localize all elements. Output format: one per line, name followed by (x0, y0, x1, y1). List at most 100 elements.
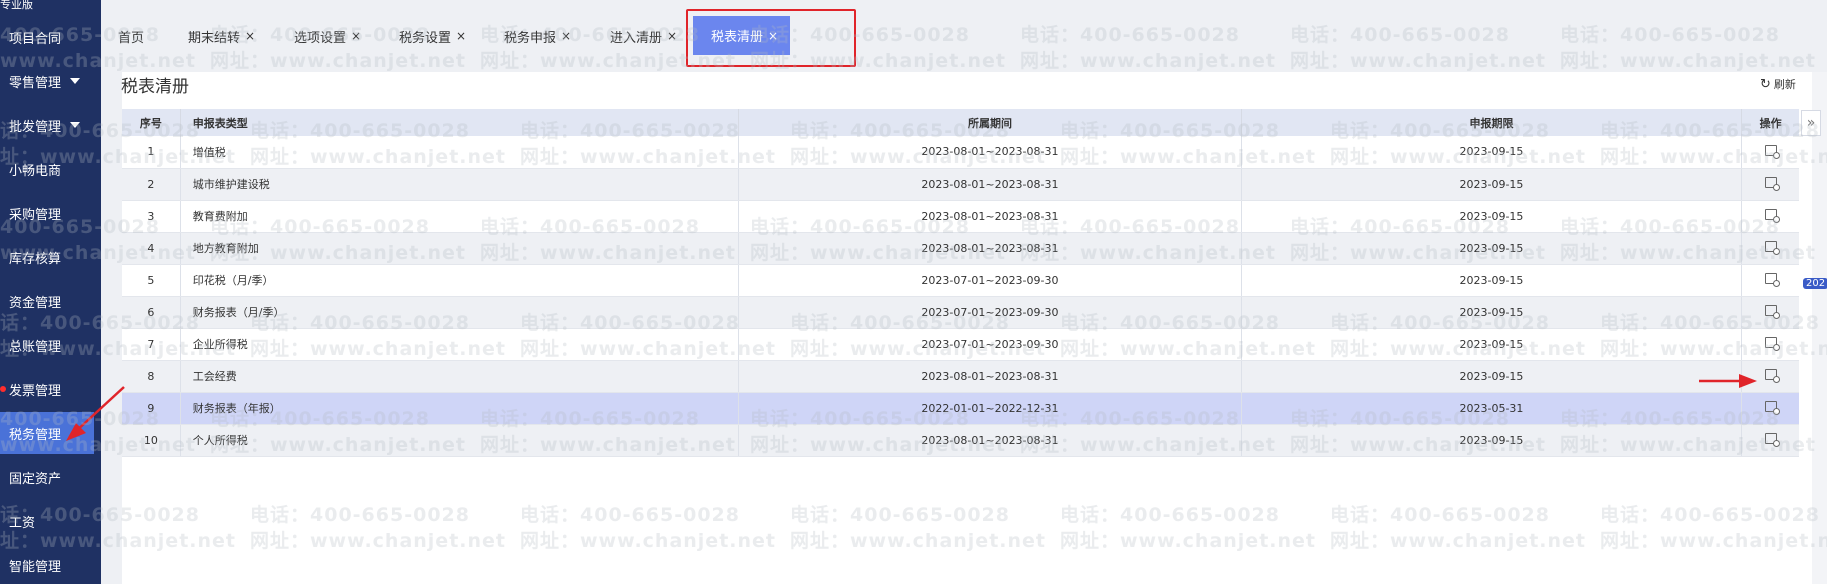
cell-no: 1 (122, 136, 181, 169)
cell-period: 2023-07-01~2023-09-30 (738, 264, 1242, 297)
cell-type: 地方教育附加 (180, 232, 740, 265)
sidebar-item[interactable]: 批发管理 (0, 104, 101, 146)
tab-bar: 首页 期末结转 × 选项设置 × 税务设置 × 税务申报 × 进入清册 × 税表清册 × (101, 0, 1827, 72)
table-row[interactable]: 8 工会经费 2023-08-01~2023-08-31 2023-09-15 (122, 360, 1799, 393)
close-icon[interactable]: × (456, 29, 466, 43)
tab[interactable]: 首页 (118, 24, 144, 48)
refresh-button[interactable]: ↻ 刷新 (1760, 76, 1796, 92)
close-icon[interactable]: × (768, 29, 778, 43)
close-icon[interactable]: × (667, 29, 677, 43)
cell-op (1741, 232, 1799, 265)
sidebar-item-label: 项目合同 (9, 31, 62, 47)
cell-deadline: 2023-09-15 (1241, 360, 1743, 393)
cell-type: 企业所得税 (180, 328, 740, 361)
sidebar-item[interactable]: 固定资产 (0, 456, 101, 498)
cell-type: 财务报表（年报） (180, 392, 740, 425)
view-report-icon[interactable] (1764, 337, 1780, 351)
edition-label: 专业版 (0, 0, 33, 11)
cell-no: 9 (122, 392, 181, 425)
date-badge: 202 (1803, 278, 1827, 289)
cell-op (1741, 264, 1799, 297)
cell-period: 2023-08-01~2023-08-31 (738, 168, 1242, 201)
sidebar-item[interactable]: 小畅电商 (0, 148, 101, 190)
table-row[interactable]: 7 企业所得税 2023-07-01~2023-09-30 2023-09-15 (122, 328, 1799, 361)
view-report-icon[interactable] (1764, 144, 1780, 159)
cell-deadline: 2023-05-31 (1241, 392, 1743, 425)
view-report-icon[interactable] (1764, 369, 1780, 383)
cell-period: 2023-08-01~2023-08-31 (738, 424, 1242, 457)
expand-panel-button[interactable]: » (1801, 110, 1821, 136)
sidebar-item-label: 零售管理 (9, 75, 62, 91)
table-row[interactable]: 9 财务报表（年报） 2022-01-01~2022-12-31 2023-05-31 (122, 392, 1799, 425)
cell-no: 7 (122, 328, 181, 361)
caret-down-icon (70, 78, 81, 84)
cell-period: 2022-01-01~2022-12-31 (738, 392, 1242, 425)
close-icon[interactable]: × (245, 29, 255, 43)
sidebar: 专业版 项目合同零售管理批发管理小畅电商采购管理 库存核算资金管理总账管理发票管理… (0, 0, 101, 584)
sidebar-item[interactable]: 采购管理 (0, 192, 101, 234)
view-report-icon[interactable] (1764, 433, 1780, 447)
sidebar-item[interactable]: 库存核算 (0, 236, 101, 278)
view-report-icon[interactable] (1764, 305, 1780, 319)
tab[interactable]: 税务设置 × (399, 24, 466, 48)
view-report-icon[interactable] (1764, 177, 1780, 191)
sidebar-item[interactable]: 总账管理 (0, 324, 101, 366)
table-row[interactable]: 4 地方教育附加 2023-08-01~2023-08-31 2023-09-15 (122, 232, 1799, 265)
cell-op (1741, 200, 1799, 233)
table-header-row: 序号 申报表类型 所属期间 申报期限 操作 (122, 109, 1799, 136)
view-report-icon[interactable] (1764, 273, 1780, 287)
table-row[interactable]: 1 增值税 2023-08-01~2023-08-31 2023-09-15 (122, 136, 1799, 169)
view-report-icon[interactable] (1764, 241, 1780, 255)
sidebar-item[interactable]: 工资 (0, 500, 101, 542)
sidebar-item[interactable]: 税务管理 (0, 412, 94, 454)
header-period: 所属期间 (738, 109, 1242, 136)
cell-op (1741, 168, 1799, 201)
header-deadline: 申报期限 (1241, 109, 1743, 136)
cell-type: 工会经费 (180, 360, 740, 393)
table-row[interactable]: 3 教育费附加 2023-08-01~2023-08-31 2023-09-15 (122, 200, 1799, 233)
sidebar-item[interactable]: 资金管理 (0, 280, 101, 322)
tab[interactable]: 期末结转 × (188, 24, 255, 48)
sidebar-item[interactable]: 发票管理 (0, 368, 101, 410)
tax-form-table: 序号 申报表类型 所属期间 申报期限 操作 1 增值税 2023-08-01~202… (122, 109, 1799, 457)
tab-label: 进入清册 (610, 30, 663, 46)
cell-no: 2 (122, 168, 181, 201)
refresh-label: 刷新 (1773, 78, 1796, 91)
sidebar-item-label: 发票管理 (9, 383, 62, 399)
tab[interactable]: 进入清册 × (610, 24, 677, 48)
sidebar-item-label: 批发管理 (9, 119, 62, 135)
tab-label: 税表清册 (711, 30, 764, 45)
sidebar-item-label: 资金管理 (9, 295, 62, 311)
cell-no: 5 (122, 264, 181, 297)
cell-period: 2023-08-01~2023-08-31 (738, 232, 1242, 265)
header-type: 申报表类型 (180, 109, 740, 136)
sidebar-item[interactable]: 智能管理 (0, 544, 101, 584)
table-row[interactable]: 6 财务报表（月/季） 2023-07-01~2023-09-30 2023-09-1… (122, 296, 1799, 329)
cell-period: 2023-08-01~2023-08-31 (738, 200, 1242, 233)
header-no: 序号 (122, 109, 181, 136)
sidebar-item[interactable]: 零售管理 (0, 60, 101, 102)
cell-op (1741, 424, 1799, 457)
table-row[interactable]: 5 印花税（月/季） 2023-07-01~2023-09-30 2023-09-15 (122, 264, 1799, 297)
view-report-icon[interactable] (1764, 209, 1780, 223)
view-report-icon[interactable] (1764, 401, 1780, 415)
sidebar-item[interactable]: 项目合同 (0, 16, 101, 58)
caret-down-icon (70, 122, 81, 128)
cell-deadline: 2023-09-15 (1241, 168, 1743, 201)
tab-label: 选项设置 (294, 30, 347, 46)
close-icon[interactable]: × (561, 29, 571, 43)
cell-period: 2023-08-01~2023-08-31 (738, 360, 1242, 393)
tab-label: 税务申报 (504, 30, 557, 46)
sidebar-item-label: 固定资产 (9, 471, 62, 487)
table-row[interactable]: 2 城市维护建设税 2023-08-01~2023-08-31 2023-09-15 (122, 168, 1799, 201)
tab[interactable]: 税表清册 × (693, 16, 791, 55)
sidebar-item-label: 税务管理 (9, 427, 62, 443)
tab[interactable]: 选项设置 × (294, 24, 361, 48)
tab[interactable]: 税务申报 × (504, 24, 571, 48)
tab-label: 首页 (118, 30, 145, 46)
cell-type: 城市维护建设税 (180, 168, 740, 201)
table-row[interactable]: 10 个人所得税 2023-08-01~2023-08-31 2023-09-15 (122, 424, 1799, 457)
close-icon[interactable]: × (351, 29, 361, 43)
sidebar-item-label: 小畅电商 (9, 163, 62, 179)
cell-deadline: 2023-09-15 (1241, 136, 1743, 169)
